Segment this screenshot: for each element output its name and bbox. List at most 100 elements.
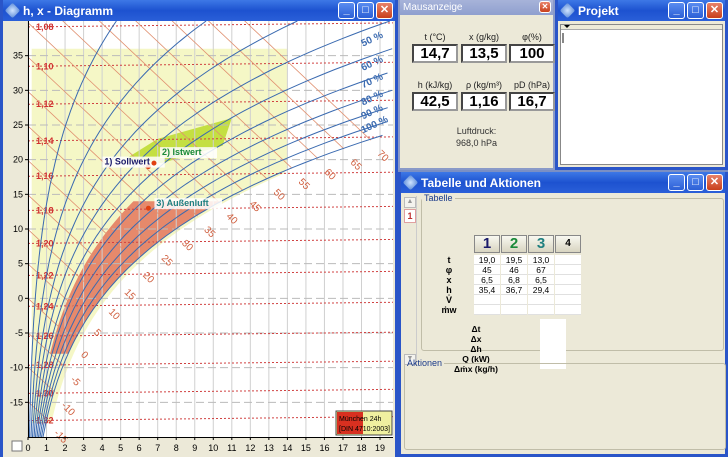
y-tick-label: 25	[13, 120, 23, 130]
table-cell[interactable]	[555, 265, 581, 275]
table-cell[interactable]: 6,5	[528, 275, 554, 285]
x-tick-label: 15	[301, 443, 311, 453]
table-cell[interactable]	[555, 305, 581, 315]
x-tick-label: 17	[338, 443, 348, 453]
close-button[interactable]: ✕	[706, 2, 723, 19]
table-cell[interactable]	[474, 305, 500, 315]
field-label: pD (hPa)	[513, 80, 550, 90]
column-button-2[interactable]: 2	[501, 235, 527, 253]
maximize-button[interactable]: □	[357, 2, 374, 19]
title-bar[interactable]: Tabelle und Aktionen _ □ ✕	[401, 172, 725, 193]
maximize-button[interactable]: □	[687, 2, 704, 19]
field-label: t (°C)	[424, 32, 446, 42]
mouse-field: t (°C) 14,7	[412, 32, 458, 63]
table-cell[interactable]: 29,4	[528, 285, 554, 295]
x-tick-label: 2	[63, 443, 68, 453]
column-button-1[interactable]: 1	[474, 235, 500, 253]
table-cell[interactable]	[501, 305, 527, 315]
column-button-4[interactable]: 4	[555, 235, 581, 253]
close-button[interactable]: ✕	[376, 2, 393, 19]
table-cell[interactable]: 6,5	[474, 275, 500, 285]
y-tick-label: 30	[13, 85, 23, 95]
table-cell[interactable]	[474, 295, 500, 305]
table-cell[interactable]	[555, 295, 581, 305]
x-tick-label: 13	[264, 443, 274, 453]
field-label: ρ (kg/m³)	[465, 80, 503, 90]
x-tick-label: 6	[137, 443, 142, 453]
density-label: 1,22	[36, 270, 54, 280]
state-point-label: 2) Istwert	[162, 147, 202, 157]
delta-label: Δh	[470, 344, 482, 354]
state-point-marker	[151, 160, 157, 166]
density-label: 1,10	[36, 61, 54, 71]
scroll-up-button[interactable]: ▲	[404, 197, 416, 208]
y-tick-label: 15	[13, 189, 23, 199]
table-cell[interactable]: 45	[474, 265, 500, 275]
y-tick-label: 0	[18, 293, 23, 303]
project-window: Projekt _ □ ✕	[555, 0, 728, 170]
project-tree[interactable]	[560, 24, 723, 165]
delta-cell[interactable]	[540, 339, 566, 349]
x-tick-label: 7	[155, 443, 160, 453]
table-cell[interactable]: 36,7	[501, 285, 527, 295]
title-bar[interactable]: Mausanzeige ✕	[400, 0, 553, 15]
table-cell[interactable]: 13,0	[528, 255, 554, 265]
column-button-3[interactable]: 3	[528, 235, 554, 253]
delta-cell[interactable]	[540, 329, 566, 339]
table-cell[interactable]: 35,4	[474, 285, 500, 295]
dropdown-arrow-icon[interactable]	[561, 25, 722, 30]
hx-chart[interactable]: 0 1 2 3 4 5 6 7 8 9 10 11 12 13 14 15 16 17 18 19-15-10-505…	[3, 21, 395, 457]
window-title: Tabelle und Aktionen	[421, 175, 542, 190]
x-tick-label: 3	[81, 443, 86, 453]
table-group: Tabelle 1 2 3 4 t 19,0 19,5 13,0 φ 45 46 67 x 6,5 6,8 6…	[421, 193, 724, 374]
window-title: Projekt	[578, 3, 619, 18]
hx-diagram-window: h, x - Diagramm _ □ ✕ 0 1 2 3 4 5 6 7 8 9 10 11 12 13 14…	[0, 0, 398, 457]
field-label: x (g/kg)	[468, 32, 499, 42]
mouse-field: ρ (kg/m³) 1,16	[461, 80, 507, 111]
table-cell[interactable]: 19,0	[474, 255, 500, 265]
minimize-button[interactable]: _	[338, 2, 355, 19]
table-group-label: Tabelle	[424, 193, 453, 203]
legend-label: [DIN 4710:2003]	[339, 426, 390, 433]
x-tick-label: 9	[192, 443, 197, 453]
app-icon	[4, 2, 21, 19]
close-button[interactable]: ✕	[539, 1, 551, 13]
y-tick-label: 35	[13, 51, 23, 61]
y-tick-label: 10	[13, 224, 23, 234]
pressure-label: Luftdruck:	[456, 126, 497, 136]
x-tick-label: 1	[44, 443, 49, 453]
tab-1[interactable]: 1	[404, 209, 416, 223]
title-bar[interactable]: h, x - Diagramm _ □ ✕	[3, 0, 395, 21]
table-cell[interactable]	[555, 255, 581, 265]
x-axis	[28, 437, 393, 438]
delta-cell[interactable]	[540, 319, 566, 329]
close-button[interactable]: ✕	[706, 174, 723, 191]
table-cell[interactable]	[555, 275, 581, 285]
field-value: 13,5	[461, 44, 507, 63]
table-cell[interactable]: 46	[501, 265, 527, 275]
text-cursor	[562, 33, 564, 43]
window-title: Mausanzeige	[403, 2, 463, 13]
table-cell[interactable]: 67	[528, 265, 554, 275]
y-tick-label: -10	[10, 363, 23, 373]
row-label: ṁw	[441, 305, 457, 315]
mouse-field: φ(%) 100	[509, 32, 555, 63]
table-cell[interactable]	[528, 305, 554, 315]
table-cell[interactable]	[501, 295, 527, 305]
title-bar[interactable]: Projekt _ □ ✕	[558, 0, 725, 21]
table-cell[interactable]	[528, 295, 554, 305]
state-point-label: 1) Sollwert	[104, 157, 150, 167]
option-checkbox[interactable]	[11, 440, 23, 452]
density-label: 1,24	[36, 301, 54, 311]
table-cell[interactable]: 6,8	[501, 275, 527, 285]
mouse-field: x (g/kg) 13,5	[461, 32, 507, 63]
pressure-value: 968,0 hPa	[455, 138, 498, 148]
minimize-button[interactable]: _	[668, 174, 685, 191]
field-label: h (kJ/kg)	[417, 80, 453, 90]
maximize-button[interactable]: □	[687, 174, 704, 191]
table-cell[interactable]	[555, 285, 581, 295]
tab-strip: ▲ 1 ▼	[403, 196, 417, 366]
minimize-button[interactable]: _	[668, 2, 685, 19]
table-cell[interactable]: 19,5	[501, 255, 527, 265]
field-value: 1,16	[461, 92, 507, 111]
